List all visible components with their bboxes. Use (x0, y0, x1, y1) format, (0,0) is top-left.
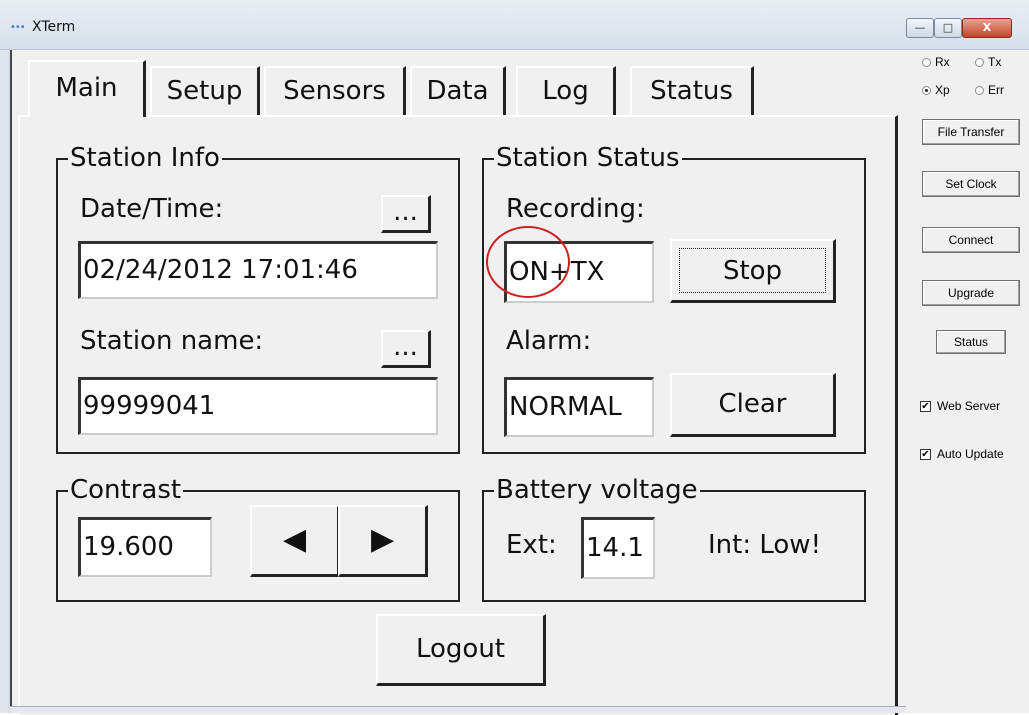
alarm-status-field: NORMAL (504, 377, 654, 437)
close-icon: X (982, 21, 992, 34)
radio-tx-circle (975, 57, 984, 67)
radio-xp-circle (922, 85, 931, 95)
alarm-label: Alarm: (506, 326, 592, 356)
maximize-button[interactable]: □ (934, 18, 962, 38)
tab-main-label: Main (55, 73, 118, 103)
status-button[interactable]: Status (936, 330, 1006, 354)
radio-rx-label: Rx (935, 55, 950, 69)
annotation-circle (486, 226, 570, 298)
contrast-value-field[interactable]: 19.600 (78, 517, 212, 577)
tab-sensors[interactable]: Sensors (264, 66, 406, 115)
radio-rx[interactable]: Rx (922, 55, 950, 69)
station-status-title: Station Status (494, 143, 682, 173)
tab-setup[interactable]: Setup (150, 66, 260, 115)
file-transfer-button[interactable]: File Transfer (922, 119, 1020, 145)
title-bar[interactable] (0, 0, 1029, 50)
tab-status[interactable]: Status (630, 66, 754, 115)
arrow-left-icon: ◀ (282, 522, 307, 557)
tab-main[interactable]: Main (28, 60, 146, 117)
minimize-button[interactable]: — (906, 18, 934, 38)
window-bottom-border (10, 706, 906, 713)
datetime-edit-button[interactable]: ... (381, 195, 431, 233)
clear-alarm-button[interactable]: Clear (670, 373, 836, 437)
auto-update-checkbox[interactable]: ✔ Auto Update (920, 447, 1004, 461)
web-server-checkbox[interactable]: ✔ Web Server (920, 399, 1000, 413)
connect-button[interactable]: Connect (922, 227, 1020, 253)
arrow-right-icon: ▶ (370, 522, 395, 557)
upgrade-button[interactable]: Upgrade (922, 280, 1020, 306)
web-server-checkmark-icon: ✔ (920, 400, 931, 412)
auto-update-label: Auto Update (937, 447, 1004, 461)
radio-err[interactable]: Err (975, 83, 1004, 97)
side-panel (906, 50, 1029, 713)
datetime-field[interactable]: 02/24/2012 17:01:46 (78, 241, 438, 299)
tab-status-label: Status (650, 76, 733, 106)
recording-label: Recording: (506, 194, 645, 224)
radio-tx[interactable]: Tx (975, 55, 1001, 69)
set-clock-button[interactable]: Set Clock (922, 171, 1020, 197)
station-name-field[interactable]: 99999041 (78, 377, 438, 435)
radio-xp[interactable]: Xp (922, 83, 950, 97)
tab-log[interactable]: Log (516, 66, 616, 115)
contrast-increase-button[interactable]: ▶ (338, 505, 428, 577)
tab-data-label: Data (426, 76, 489, 106)
ext-voltage-field: 14.1 (581, 517, 655, 579)
ext-voltage-label: Ext: (506, 530, 557, 560)
web-server-label: Web Server (937, 399, 1001, 413)
int-voltage-label: Int: Low! (708, 530, 821, 560)
close-button[interactable]: X (962, 18, 1012, 38)
contrast-title: Contrast (68, 475, 184, 505)
window-left-border (0, 50, 8, 713)
radio-rx-circle (922, 57, 931, 67)
battery-voltage-title: Battery voltage (494, 475, 700, 505)
window-title: XTerm (32, 19, 76, 35)
minimize-icon: — (914, 21, 926, 34)
tab-data[interactable]: Data (410, 66, 506, 115)
tab-log-label: Log (542, 76, 589, 106)
stop-button[interactable]: Stop (670, 239, 836, 303)
tab-setup-label: Setup (166, 76, 243, 106)
station-name-edit-button[interactable]: ... (381, 330, 431, 368)
stop-button-label: Stop (679, 248, 826, 293)
maximize-icon: □ (942, 21, 954, 34)
logout-button[interactable]: Logout (376, 614, 546, 686)
radio-xp-label: Xp (935, 83, 950, 97)
datetime-label: Date/Time: (80, 194, 224, 224)
radio-err-label: Err (988, 83, 1004, 97)
radio-tx-label: Tx (988, 55, 1002, 69)
tab-sensors-label: Sensors (283, 76, 386, 106)
radio-err-circle (975, 85, 984, 95)
auto-update-checkmark-icon: ✔ (920, 448, 931, 460)
contrast-decrease-button[interactable]: ◀ (250, 505, 340, 577)
station-info-title: Station Info (68, 143, 222, 173)
station-name-label: Station name: (80, 326, 264, 356)
